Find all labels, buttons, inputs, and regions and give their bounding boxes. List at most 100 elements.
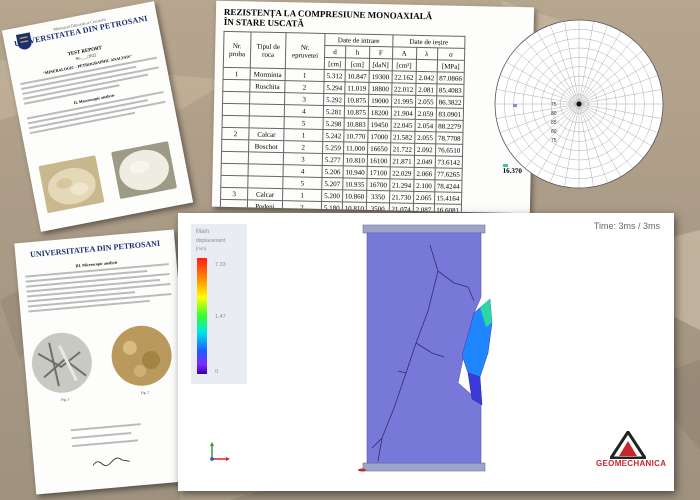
table-title: REZISTENȚA LA COMPRESIUNE MONOAXIALĂ ÎN … [224,7,534,33]
table-cell: 10.883 [343,117,369,131]
sub-header: A [392,46,417,60]
rock-sample-photo [111,141,178,200]
table-cell: 17000 [367,130,391,143]
table-cell: 3 [283,152,323,166]
sub-header: d [324,45,346,58]
table-cell: 76.6510 [434,143,463,157]
unit-header [416,59,438,72]
unit-header: [cm] [324,57,346,70]
table-cell: 2 [283,140,323,154]
table-cell: 18200 [368,106,392,119]
handwritten-signature [92,457,130,466]
table-cell: 5.206 [322,165,344,178]
table-cell [222,79,251,92]
table-cell: 21.722 [390,142,415,156]
table-cell [249,115,285,129]
table-cell: 5.294 [323,81,345,94]
figure-caption: Fig. 1 [60,397,70,402]
table-cell: 88.2279 [435,119,464,133]
table-cell: 11.000 [343,141,368,155]
table-cell: 2.059 [414,107,436,120]
table-cell [222,91,250,104]
test-report-page-2: UNIVERSITATEA DIN PETROSANI III. Microsc… [14,229,196,495]
table-cell: 85.4083 [436,83,465,97]
table-cell: 2.066 [413,167,435,180]
unit-header: [cm²] [391,58,417,72]
table-cell: 21.904 [390,106,416,120]
table-cell: 5.298 [323,117,345,130]
table-cell: 4 [283,164,323,178]
stereonet-label: 85 [551,120,557,126]
unit-header: [daN] [369,58,393,71]
bottom-platen [362,462,486,472]
stereonet-plot: 75 80 85 80 75 [494,19,664,189]
legend-color-bar [197,258,207,374]
table-cell: 16650 [367,142,391,155]
debris-marker [358,468,366,472]
table-cell: 11.019 [344,81,370,95]
legend-max-value: 7.33 [215,262,226,268]
simulation-viewer[interactable]: Time: 3ms / 3ms Main displacement [mm] 7… [178,213,674,491]
table-cell [248,151,284,165]
table-cell: 5.292 [323,93,345,106]
table-cell: 2.092 [414,143,436,156]
table-body: 1 Morminta 1 5.312 10.847 19300 22.162 2.042 87.… [220,67,465,214]
table-cell: 5.200 [321,189,343,202]
table-cell: 10.860 [342,189,367,203]
axis-triad-icon [210,442,230,461]
legend-min-value: 0 [215,369,219,375]
table-cell: 2.055 [414,131,436,144]
logo-text: GEOMECHANICA [596,459,666,468]
table-cell: 17100 [367,166,390,179]
table-cell: 22.162 [391,70,417,84]
table-cell: Morminta [250,67,286,81]
table-cell: 86.3822 [435,95,464,109]
table-cell: 10.940 [342,165,368,179]
compression-results-sheet: REZISTENȚA LA COMPRESIUNE MONOAXIALĂ ÎN … [211,0,535,214]
unit-header: [MPa] [436,59,465,73]
table-cell: 5 [282,176,323,190]
table-cell: 10.875 [344,105,369,119]
table-cell: 18800 [368,82,392,95]
sub-header: σ [437,47,465,61]
table-cell: 1 [283,128,324,142]
table-cell: 1 [282,188,322,202]
table-cell: 5 [284,116,324,130]
table-cell: 10.935 [342,177,368,191]
table-cell: 21.871 [389,154,415,168]
table-cell: 22.029 [389,166,414,180]
sub-header: F [369,46,393,59]
table-cell: Boschot [248,139,284,153]
table-cell: 3 [284,92,324,106]
legend-mid-value: 1.47 [215,314,226,320]
table-cell: 10.810 [343,153,368,167]
table-title-line: ÎN STARE USCATĂ [223,16,305,29]
legend-unit: [mm] [196,246,206,251]
stereonet-label: 75 [551,138,557,144]
table-cell: 2 [221,127,250,140]
table-cell: 21.995 [391,94,416,108]
table-cell: 2.054 [414,119,436,132]
table-cell: 5.259 [322,141,344,154]
text-line [71,431,132,440]
table-cell [222,103,250,116]
rock-sample-photo [38,155,105,214]
table-cell: Ruschita [249,79,286,93]
stereonet-pole-marker [503,164,508,167]
text-line [72,439,139,448]
table-cell: 16100 [367,154,391,167]
table-cell: 4 [284,104,324,118]
specimen-model[interactable] [358,223,498,475]
table-cell [221,163,249,176]
geomechanica-logo-icon [610,431,646,459]
table-cell: 2.081 [415,83,437,96]
table-cell: Calcar [248,127,285,141]
geomechanica-logo: GEOMECHANICA [596,431,666,473]
legend-title: Main [196,229,210,235]
compression-table: Nr. proba Tipul de roca Nr. epruvetei Da… [219,31,466,214]
table-cell: 22.045 [390,118,415,132]
table-cell: 3 [220,187,248,200]
table-cell: 2 [284,80,325,94]
thin-section-micrograph [31,332,92,393]
thin-section-micrograph [111,325,172,386]
